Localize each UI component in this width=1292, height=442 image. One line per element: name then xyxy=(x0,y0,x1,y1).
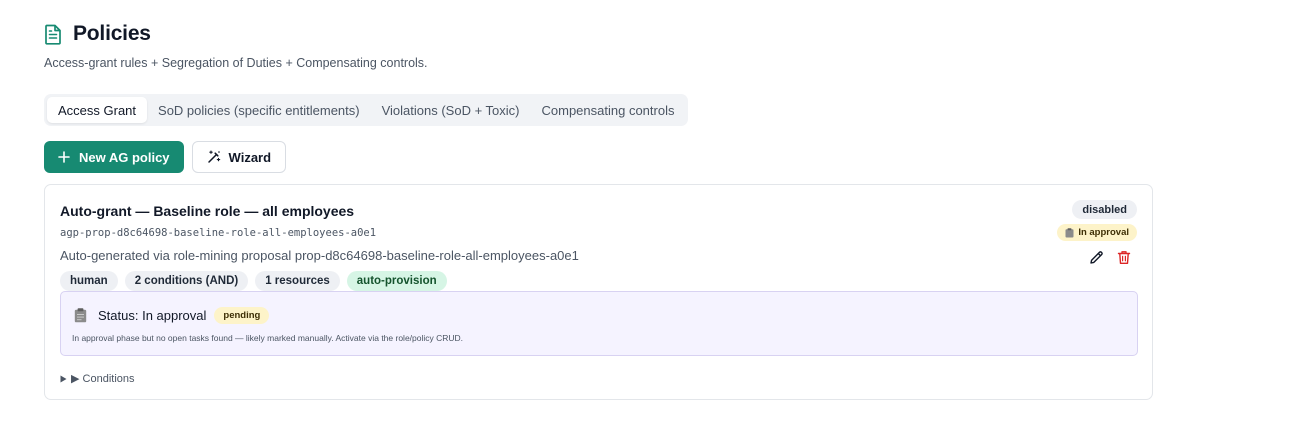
approval-badge: In approval xyxy=(1057,224,1137,241)
wizard-button[interactable]: Wizard xyxy=(191,141,287,173)
approval-badge-label: In approval xyxy=(1078,227,1129,238)
chip-conditions: 2 conditions (AND) xyxy=(124,271,249,291)
document-icon xyxy=(44,23,64,45)
status-label: Status: In approval xyxy=(98,308,207,323)
clipboard-icon xyxy=(1065,227,1074,237)
new-ag-policy-label: New AG policy xyxy=(79,149,170,165)
policy-id: agp-prop-d8c64698-baseline-role-all-empl… xyxy=(60,227,377,239)
page-header: Policies xyxy=(44,22,151,46)
chip-resources: 1 resources xyxy=(255,271,340,291)
row-actions xyxy=(1088,249,1132,265)
status-panel: Status: In approval pending In approval … xyxy=(60,291,1138,356)
page-subtitle: Access-grant rules + Segregation of Duti… xyxy=(44,56,428,70)
disclosure-triangle-icon xyxy=(60,375,67,382)
edit-icon[interactable] xyxy=(1088,249,1104,265)
conditions-toggle[interactable]: ▶ Conditions xyxy=(60,372,135,385)
policy-description: Auto-generated via role-mining proposal … xyxy=(60,248,579,263)
status-header: Status: In approval pending xyxy=(74,307,270,324)
tab-sod-policies[interactable]: SoD policies (specific entitlements) xyxy=(147,97,371,123)
policy-chips: human 2 conditions (AND) 1 resources aut… xyxy=(60,271,454,291)
toolbar: New AG policy Wizard xyxy=(44,141,287,173)
tab-compensating-controls[interactable]: Compensating controls xyxy=(531,97,686,123)
clipboard-icon xyxy=(74,308,87,323)
policy-title: Auto-grant — Baseline role — all employe… xyxy=(60,203,355,219)
policy-card: Auto-grant — Baseline role — all employe… xyxy=(44,184,1153,400)
new-ag-policy-button[interactable]: New AG policy xyxy=(44,141,184,173)
page-title: Policies xyxy=(73,22,151,45)
plus-icon xyxy=(58,151,70,163)
state-badge: disabled xyxy=(1072,200,1137,219)
delete-icon[interactable] xyxy=(1116,249,1132,265)
magic-wand-icon xyxy=(207,150,220,163)
chip-auto-provision: auto-provision xyxy=(346,271,447,291)
tab-violations[interactable]: Violations (SoD + Toxic) xyxy=(371,97,531,123)
status-note: In approval phase but no open tasks foun… xyxy=(72,333,464,343)
conditions-label: ▶ Conditions xyxy=(71,373,135,385)
tab-access-grant[interactable]: Access Grant xyxy=(47,97,148,123)
wizard-label: Wizard xyxy=(228,149,272,165)
chip-subject-type: human xyxy=(60,271,118,291)
pending-badge: pending xyxy=(214,307,270,324)
policy-tabs: Access Grant SoD policies (specific enti… xyxy=(44,94,689,126)
